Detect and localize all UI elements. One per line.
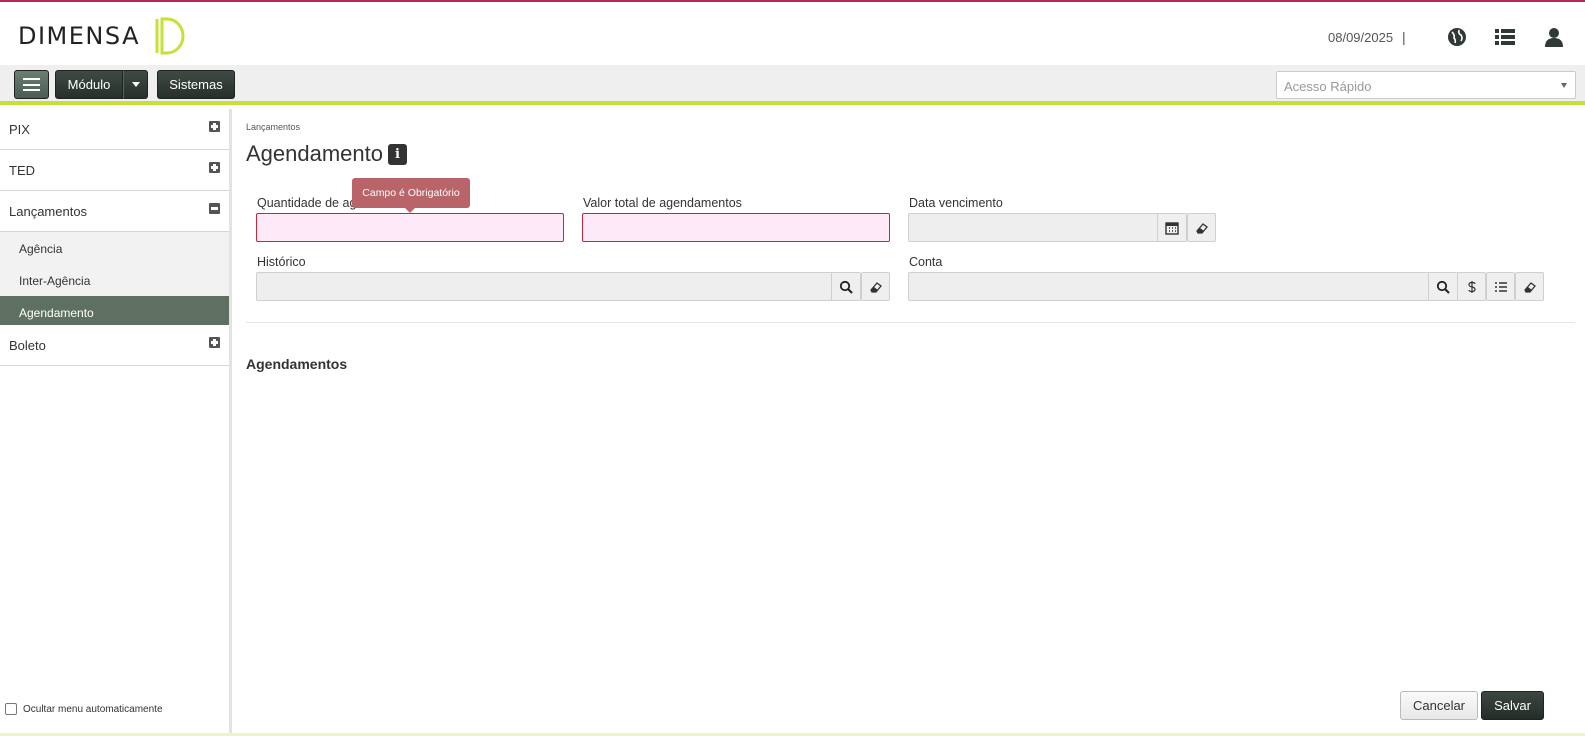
globe-icon[interactable] — [1446, 26, 1468, 48]
eraser-icon — [869, 281, 882, 293]
conta-label: Conta — [909, 255, 943, 269]
page-title: Agendamento — [246, 141, 383, 166]
auto-hide-option: Ocultar menu automaticamente — [5, 703, 163, 715]
quick-access-placeholder: Acesso Rápido — [1284, 79, 1372, 94]
breadcrumb[interactable]: Lançamentos — [246, 122, 300, 132]
data-vencimento-label: Data vencimento — [909, 196, 1003, 210]
historico-search-button[interactable] — [831, 273, 860, 300]
calendar-button[interactable] — [1157, 214, 1186, 241]
conta-search-button[interactable] — [1428, 273, 1457, 300]
sidebar-subitem-label: Inter-Agência — [19, 274, 91, 288]
valor-total-input[interactable] — [582, 213, 890, 242]
brand-wordmark: DIMENSA — [18, 22, 140, 50]
brand-logo: DIMENSA — [18, 16, 186, 56]
save-button[interactable]: Salvar — [1481, 691, 1544, 720]
quick-access-select[interactable]: Acesso Rápido — [1276, 71, 1576, 99]
sidebar-subitem-label: Agência — [19, 242, 63, 256]
systems-button[interactable]: Sistemas — [157, 70, 235, 99]
eraser-icon — [1195, 222, 1208, 234]
sidebar-item-boleto[interactable]: Boleto — [0, 325, 229, 366]
sidebar: PIX TED Lançamentos Agência Inter-Agênci… — [0, 109, 232, 736]
search-icon — [1436, 280, 1450, 294]
chevron-down-icon — [1561, 83, 1567, 88]
sidebar-subitem-label: Agendamento — [19, 306, 94, 320]
section-title: Agendamentos — [246, 356, 348, 372]
cancel-button[interactable]: Cancelar — [1400, 691, 1478, 720]
app-header: DIMENSA 08/09/2025 | — [0, 2, 1585, 65]
header-separator: | — [1402, 29, 1406, 45]
sidebar-item-label: PIX — [9, 122, 30, 137]
user-icon[interactable] — [1543, 26, 1565, 48]
sidebar-item-label: Lançamentos — [9, 204, 88, 219]
section-divider — [246, 322, 1575, 323]
dollar-icon — [1467, 280, 1476, 293]
search-icon — [839, 280, 853, 294]
list-icon — [1494, 281, 1507, 292]
hamburger-icon — [23, 78, 40, 91]
sidebar-subitem-agencia[interactable]: Agência — [0, 232, 229, 264]
module-dropdown-button[interactable] — [123, 70, 148, 99]
main-toolbar: Módulo Sistemas Acesso Rápido — [0, 65, 1585, 105]
brand-logo-mark — [155, 17, 185, 55]
sidebar-submenu: Agência Inter-Agência Agendamento — [0, 232, 229, 328]
collapse-minus-icon — [209, 203, 220, 214]
sidebar-item-label: TED — [9, 163, 35, 178]
sidebar-item-pix[interactable]: PIX — [0, 109, 229, 150]
data-vencimento-input[interactable] — [908, 213, 1187, 242]
conta-list-button[interactable] — [1486, 272, 1515, 301]
conta-input[interactable] — [908, 272, 1458, 301]
sidebar-item-lancamentos[interactable]: Lançamentos — [0, 191, 229, 232]
auto-hide-label: Ocultar menu automaticamente — [23, 703, 163, 715]
sidebar-subitem-agendamento[interactable]: Agendamento — [0, 296, 229, 328]
clear-conta-button[interactable] — [1515, 272, 1544, 301]
quantidade-label: Quantidade de ag — [257, 196, 357, 210]
conta-balance-button[interactable] — [1457, 272, 1486, 301]
historico-input[interactable] — [256, 272, 861, 301]
menu-toggle-button[interactable] — [14, 70, 49, 99]
auto-hide-checkbox[interactable] — [5, 703, 17, 715]
expand-plus-icon — [209, 337, 220, 348]
calendar-icon — [1165, 221, 1179, 235]
main-content: Lançamentos Agendamento i Quantidade de … — [232, 109, 1585, 736]
clear-data-vencimento-button[interactable] — [1187, 213, 1216, 242]
header-date: 08/09/2025 — [1328, 30, 1394, 45]
list-icon[interactable] — [1494, 26, 1516, 48]
caret-down-icon — [131, 82, 140, 87]
module-button[interactable]: Módulo — [55, 70, 123, 99]
quantidade-input[interactable] — [256, 213, 564, 242]
historico-label: Histórico — [257, 255, 306, 269]
sidebar-subitem-inter-agencia[interactable]: Inter-Agência — [0, 264, 229, 296]
sidebar-item-ted[interactable]: TED — [0, 150, 229, 191]
expand-plus-icon — [209, 162, 220, 173]
valor-total-label: Valor total de agendamentos — [583, 196, 742, 210]
sidebar-item-label: Boleto — [9, 338, 46, 353]
required-field-tooltip: Campo é Obrigatório — [352, 178, 470, 213]
info-icon[interactable]: i — [388, 144, 407, 165]
expand-plus-icon — [209, 121, 220, 132]
clear-historico-button[interactable] — [861, 272, 890, 301]
eraser-icon — [1523, 281, 1536, 293]
